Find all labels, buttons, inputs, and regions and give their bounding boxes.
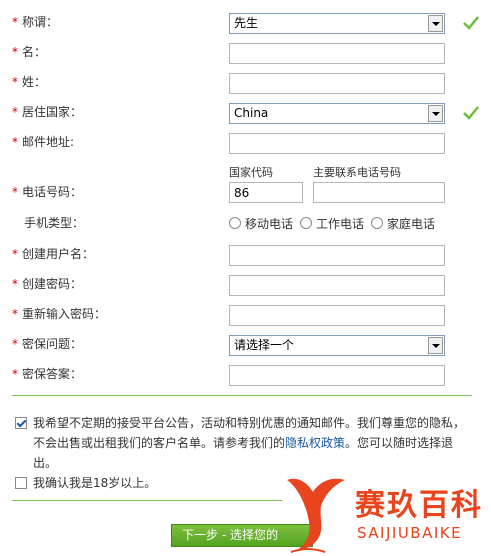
email-label: * 邮件地址:: [12, 135, 75, 149]
watermark-cn-text: 赛玖百科: [355, 488, 483, 523]
country-value: China: [234, 106, 269, 120]
security-question-select[interactable]: 请选择一个: [229, 335, 445, 356]
security-answer-input[interactable]: [229, 365, 445, 386]
phone-type-label: 手机类型：: [24, 216, 85, 230]
section-divider: [12, 395, 472, 396]
last-name-label: * 姓：: [12, 75, 47, 89]
section-divider: [12, 500, 282, 501]
phone-label: * 电话号码：: [12, 185, 83, 199]
country-code-input[interactable]: [229, 182, 303, 203]
username-input[interactable]: [229, 245, 445, 266]
security-answer-label: * 密保答案：: [12, 367, 83, 381]
username-label: * 创建用户名：: [12, 247, 95, 261]
last-name-input[interactable]: [229, 73, 445, 94]
email-input[interactable]: [229, 133, 445, 154]
radio-button[interactable]: [371, 217, 384, 229]
radio-button[interactable]: [300, 217, 313, 229]
password-input[interactable]: [229, 275, 445, 296]
salutation-select[interactable]: 先生: [229, 13, 445, 34]
country-label: * 居住国家：: [12, 105, 83, 119]
radio-button[interactable]: [229, 217, 241, 229]
watermark-en-text: SAIJIUBAIKE: [357, 524, 463, 542]
radio-home[interactable]: 家庭电话: [371, 215, 435, 232]
whale-tail-logo-icon: [287, 478, 345, 553]
password-label: * 创建密码：: [12, 277, 83, 291]
valid-check-icon: [463, 106, 479, 120]
phone-number-input[interactable]: [313, 182, 445, 203]
phone-type-radio-group: 移动电话 工作电话 家庭电话: [229, 214, 435, 232]
security-question-value: 请选择一个: [234, 338, 295, 352]
radio-mobile[interactable]: 移动电话: [229, 215, 293, 232]
newsletter-consent-text: 我希望不定期的接受平台公告，活动和特别优惠的通知邮件。我们尊重您的隐私，不会出售…: [33, 416, 466, 470]
chevron-down-icon[interactable]: [428, 337, 443, 354]
chevron-down-icon[interactable]: [428, 15, 443, 32]
country-code-label: 国家代码: [229, 166, 273, 179]
first-name-label: * 名：: [12, 45, 47, 59]
phone-number-label: 主要联系电话号码: [313, 166, 401, 179]
age-confirm-text: 我确认我是18岁以上。: [33, 476, 157, 490]
chevron-down-icon[interactable]: [428, 105, 443, 122]
privacy-policy-link[interactable]: 隐私权政策: [285, 436, 345, 450]
first-name-input[interactable]: [229, 43, 445, 64]
salutation-label: * 称谓：: [12, 15, 59, 29]
country-select[interactable]: China: [229, 103, 445, 124]
security-question-label: * 密保问题：: [12, 337, 83, 351]
age-confirm-checkbox[interactable]: [15, 477, 27, 489]
password-confirm-input[interactable]: [229, 305, 445, 326]
watermark: 赛玖百科 SAIJIUBAIKE: [277, 472, 491, 556]
newsletter-checkbox[interactable]: [15, 417, 27, 429]
password-confirm-label: * 重新输入密码：: [12, 307, 107, 321]
salutation-value: 先生: [234, 16, 259, 30]
radio-work[interactable]: 工作电话: [300, 215, 364, 232]
valid-check-icon: [463, 16, 479, 30]
